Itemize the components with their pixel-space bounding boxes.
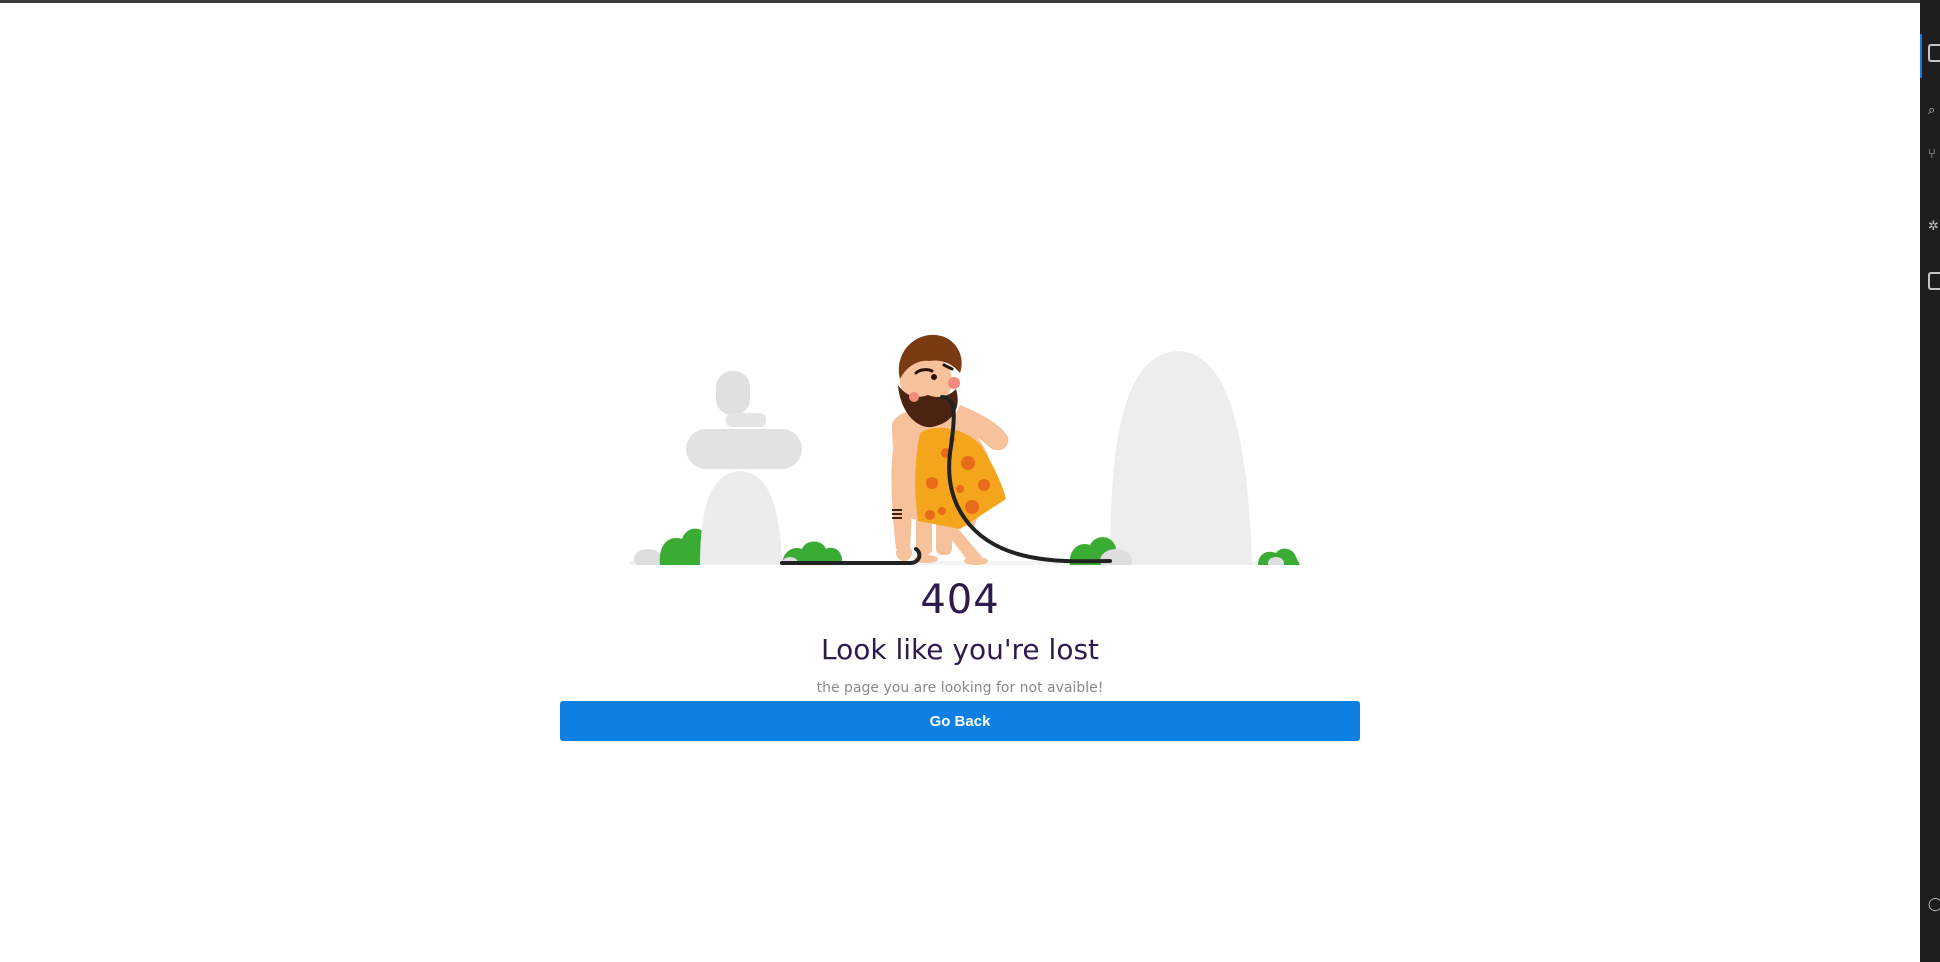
extensions-icon[interactable]: [1928, 272, 1940, 290]
go-back-button[interactable]: Go Back: [560, 701, 1360, 741]
caveman-illustration: [630, 334, 1300, 565]
source-control-icon[interactable]: ⑂: [1928, 148, 1936, 162]
error-code: 404: [920, 577, 1000, 623]
active-indicator: [1920, 34, 1922, 78]
search-icon[interactable]: ⌕: [1928, 104, 1935, 118]
files-icon[interactable]: [1928, 44, 1940, 62]
debug-icon[interactable]: ✲: [1928, 220, 1939, 234]
activity-bar: ⌕ ⑂ ✲ ◯: [1920, 0, 1940, 962]
error-message: the page you are looking for not avaible…: [816, 680, 1104, 696]
error-page: 404 Look like you're lost the page you a…: [0, 3, 1920, 962]
account-icon[interactable]: ◯: [1928, 898, 1940, 912]
error-title: Look like you're lost: [820, 633, 1100, 666]
